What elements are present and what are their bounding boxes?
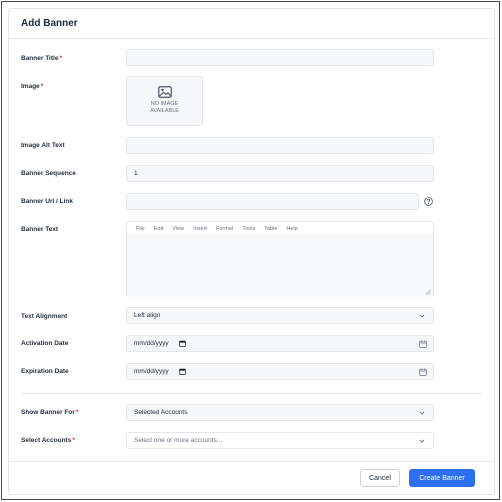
create-banner-button[interactable]: Create Banner <box>409 469 475 487</box>
text-alignment-value: Left align <box>134 312 161 319</box>
required-marker: * <box>75 409 79 416</box>
section-divider <box>21 393 481 394</box>
image-label-text: Image <box>21 83 40 90</box>
required-marker: * <box>40 83 44 90</box>
expiration-date-input[interactable]: mm/dd/yyyy <box>126 363 434 380</box>
banner-url-label: Banner Url / Link <box>21 198 74 205</box>
menu-help[interactable]: Help <box>286 226 297 232</box>
text-alignment-label: Text Alignment <box>21 313 68 320</box>
menu-format[interactable]: Format <box>216 226 233 232</box>
calendar-icon[interactable] <box>178 340 186 347</box>
show-banner-for-label-text: Show Banner For <box>21 409 75 416</box>
menu-edit[interactable]: Edit <box>154 226 163 232</box>
cancel-button[interactable]: Cancel <box>360 469 400 487</box>
image-alt-text-label: Image Alt Text <box>21 142 65 149</box>
dialog-header: Add Banner <box>9 9 494 39</box>
menu-insert[interactable]: Insert <box>193 226 207 232</box>
calendar-icon[interactable] <box>419 368 427 376</box>
no-image-line1: NO IMAGE <box>150 101 179 107</box>
select-accounts-label: Select Accounts* <box>21 437 75 444</box>
image-label: Image* <box>21 83 43 90</box>
select-accounts-label-text: Select Accounts <box>21 437 72 444</box>
image-alt-text-input[interactable] <box>126 137 434 154</box>
banner-title-label: Banner Title* <box>21 55 62 62</box>
banner-title-label-text: Banner Title <box>21 55 59 62</box>
show-banner-for-label: Show Banner For* <box>21 409 78 416</box>
editor-content-area[interactable] <box>127 236 433 297</box>
image-upload-box[interactable]: NO IMAGE AVAILABLE <box>126 76 203 126</box>
chevron-down-icon <box>419 411 425 415</box>
banner-sequence-label: Banner Sequence <box>21 170 76 177</box>
menu-file[interactable]: File <box>136 226 145 232</box>
banner-text-editor: File Edit View Insert Format Tools Table… <box>126 221 434 297</box>
expiration-date-value: mm/dd/yyyy <box>134 368 169 375</box>
show-banner-for-select[interactable]: Selected Accounts <box>126 404 434 421</box>
chevron-down-icon <box>419 314 425 318</box>
expiration-date-label: Expiration Date <box>21 368 69 375</box>
screenshot-frame: Add Banner Banner Title* Image* NO IMAGE… <box>1 1 500 500</box>
banner-text-label: Banner Text <box>21 226 59 233</box>
menu-tools[interactable]: Tools <box>242 226 255 232</box>
activation-date-value: mm/dd/yyyy <box>134 340 169 347</box>
calendar-icon[interactable] <box>419 340 427 348</box>
dialog-title: Add Banner <box>21 18 78 29</box>
banner-title-input[interactable] <box>126 49 434 66</box>
dialog-footer: Cancel Create Banner <box>9 461 494 495</box>
select-accounts-select[interactable]: Select one or more accounts... <box>126 432 434 449</box>
resize-grip-icon[interactable] <box>425 289 431 295</box>
select-accounts-placeholder: Select one or more accounts... <box>134 437 223 444</box>
activation-date-label: Activation Date <box>21 340 69 347</box>
required-marker: * <box>59 55 62 62</box>
image-icon <box>158 86 172 98</box>
no-image-line2: AVAILABLE <box>150 108 179 114</box>
show-banner-for-value: Selected Accounts <box>134 409 188 416</box>
activation-date-input[interactable]: mm/dd/yyyy <box>126 335 434 352</box>
add-banner-dialog: Add Banner Banner Title* Image* NO IMAGE… <box>8 8 495 495</box>
chevron-down-icon <box>419 439 425 443</box>
calendar-icon[interactable] <box>178 368 186 375</box>
text-alignment-select[interactable]: Left align <box>126 307 434 324</box>
banner-sequence-value: 1 <box>134 170 138 177</box>
menu-table[interactable]: Table <box>264 226 277 232</box>
question-circle-icon[interactable] <box>424 197 433 206</box>
no-image-text: NO IMAGE AVAILABLE <box>127 101 202 115</box>
editor-menubar: File Edit View Insert Format Tools Table… <box>127 222 433 236</box>
required-marker: * <box>72 437 75 444</box>
menu-view[interactable]: View <box>172 226 184 232</box>
banner-sequence-input[interactable]: 1 <box>126 165 434 182</box>
banner-url-input[interactable] <box>126 193 419 210</box>
